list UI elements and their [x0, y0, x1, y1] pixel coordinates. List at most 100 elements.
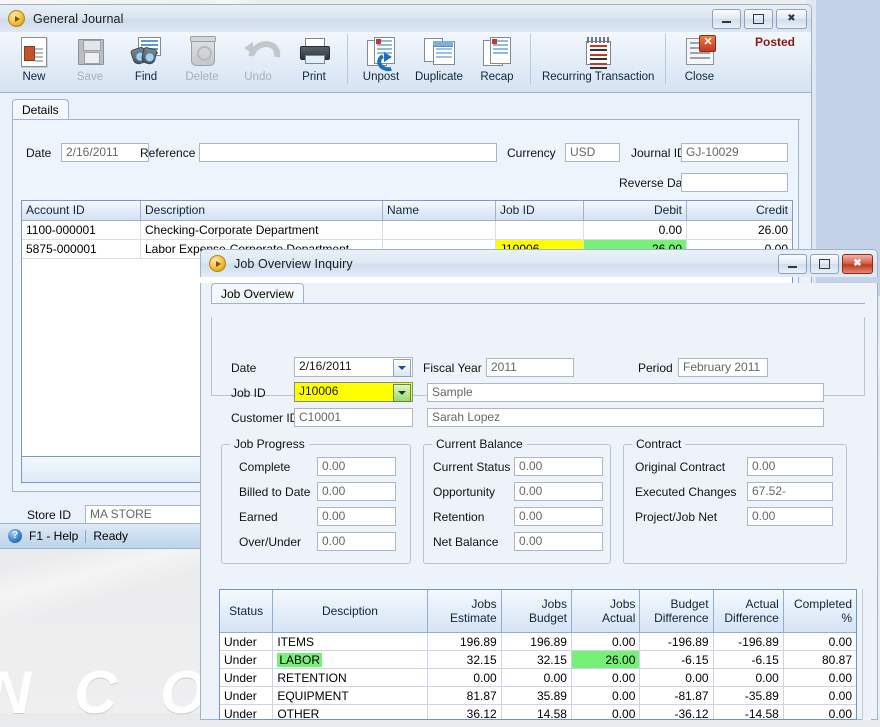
cell-jobs-budget: 196.89: [501, 633, 572, 651]
table-row[interactable]: 1100-000001 Checking-Corporate Departmen…: [22, 221, 792, 240]
joi-job-id-label: Job ID: [231, 386, 266, 400]
joi-job-name-field[interactable]: Sample: [427, 383, 824, 402]
current-status-field[interactable]: 0.00: [514, 457, 603, 476]
toolbar-delete-button[interactable]: Delete: [174, 32, 230, 92]
toolbar-print-button[interactable]: Print: [286, 32, 342, 92]
table-row[interactable]: Under ITEMS 196.89 196.89 0.00 -196.89 -…: [220, 633, 856, 651]
project-job-net-label: Project/Job Net: [635, 510, 718, 524]
retention-field[interactable]: 0.00: [514, 507, 603, 526]
cell-jobs-budget: 35.89: [501, 687, 572, 705]
reverse-date-field[interactable]: [681, 173, 788, 192]
col-actual-difference[interactable]: Actual Difference: [714, 590, 784, 632]
tab-job-overview[interactable]: Job Overview: [211, 283, 304, 303]
cell-description-highlight: LABOR: [277, 653, 323, 667]
table-row[interactable]: Under LABOR 32.15 32.15 26.00 -6.15 -6.1…: [220, 651, 856, 669]
col-account-id[interactable]: Account ID: [22, 201, 141, 220]
joi-period-field[interactable]: February 2011: [678, 358, 768, 377]
col-desciption[interactable]: Desciption: [273, 590, 428, 632]
reference-field[interactable]: [199, 143, 497, 162]
table-row[interactable]: Under RETENTION 0.00 0.00 0.00 0.00 0.00…: [220, 669, 856, 687]
joi-customer-id-field[interactable]: C10001: [294, 408, 413, 427]
billed-to-date-label: Billed to Date: [239, 485, 311, 499]
opportunity-field[interactable]: 0.00: [514, 482, 603, 501]
job-overview-window-controls: ✖: [778, 253, 873, 274]
toolbar-duplicate-button[interactable]: Duplicate: [409, 32, 469, 92]
job-overview-titlebar[interactable]: Job Overview Inquiry ✖: [200, 249, 878, 277]
original-contract-field[interactable]: 0.00: [747, 457, 833, 476]
cell-budget-difference: -81.87: [640, 687, 714, 705]
date-field[interactable]: 2/16/2011: [61, 143, 149, 162]
close-window-icon: ✕: [683, 35, 717, 68]
toolbar-recurring-transaction-button[interactable]: Recurring Transaction: [536, 32, 661, 92]
over-under-field[interactable]: 0.00: [317, 532, 396, 551]
chevron-down-icon[interactable]: [393, 359, 411, 377]
journal-grid-header: Account ID Description Name Job ID Debit…: [22, 201, 792, 221]
col-job-id[interactable]: Job ID: [496, 201, 584, 220]
col-debit[interactable]: Debit: [584, 201, 687, 220]
toolbar-close-button[interactable]: ✕ Close: [671, 32, 727, 92]
help-label[interactable]: F1 - Help: [29, 529, 78, 543]
net-balance-field[interactable]: 0.00: [514, 532, 603, 551]
toolbar-unpost-label: Unpost: [362, 71, 400, 83]
new-document-icon: [18, 36, 50, 68]
project-job-net-field[interactable]: 0.00: [747, 507, 833, 526]
col-status[interactable]: Status: [220, 590, 274, 632]
toolbar-print-label: Print: [302, 71, 326, 83]
toolbar-unpost-button[interactable]: Unpost: [353, 32, 409, 92]
col-jobs-estimate[interactable]: Jobs Estimate: [428, 590, 502, 632]
cell-completed-pct: 0.00: [783, 687, 856, 705]
col-name[interactable]: Name: [383, 201, 496, 220]
executed-changes-field[interactable]: 67.52-: [747, 482, 833, 501]
maximize-button[interactable]: [744, 8, 773, 29]
col-budget-difference[interactable]: Budget Difference: [640, 590, 714, 632]
joi-fiscal-year-field[interactable]: 2011: [486, 358, 574, 377]
billed-to-date-field[interactable]: 0.00: [317, 482, 396, 501]
current-status-label: Current Status: [433, 460, 511, 474]
general-journal-titlebar[interactable]: General Journal ✖: [0, 4, 812, 32]
cell-description: EQUIPMENT: [273, 687, 428, 705]
cell-jobs-estimate: 0.00: [427, 669, 502, 687]
toolbar-find-button[interactable]: Find: [118, 32, 174, 92]
cell-name: [383, 221, 496, 240]
toolbar-undo-button[interactable]: Undo: [230, 32, 287, 92]
col-jobs-actual[interactable]: Jobs Actual: [572, 590, 641, 632]
job-overview-grid-scrollbar[interactable]: [862, 589, 871, 720]
col-description[interactable]: Description: [141, 201, 383, 220]
toolbar-undo-label: Undo: [244, 71, 272, 83]
toolbar-new-button[interactable]: New: [6, 32, 62, 92]
toolbar-recap-button[interactable]: Recap: [469, 32, 525, 92]
close-button[interactable]: ✖: [842, 253, 873, 274]
reference-label: Reference: [140, 146, 196, 160]
currency-field[interactable]: USD: [565, 143, 620, 162]
chevron-down-icon[interactable]: [393, 384, 411, 402]
job-overview-grid[interactable]: Status Desciption Jobs Estimate Jobs Bud…: [219, 589, 857, 720]
close-button[interactable]: ✖: [776, 8, 807, 29]
maximize-button[interactable]: [810, 253, 839, 274]
duplicate-icon: [423, 36, 455, 68]
joi-job-id-combo[interactable]: J10006: [294, 382, 413, 402]
cell-jobs-budget: 0.00: [501, 669, 572, 687]
col-jobs-budget[interactable]: Jobs Budget: [502, 590, 572, 632]
app-logo-icon: [209, 255, 226, 272]
current-balance-group: Current Balance Current Status 0.00 Oppo…: [423, 437, 611, 564]
minimize-button[interactable]: [712, 8, 741, 29]
cell-status: Under: [220, 633, 274, 651]
original-contract-label: Original Contract: [635, 460, 726, 474]
contract-group: Contract Original Contract 0.00 Executed…: [623, 437, 847, 564]
table-row[interactable]: Under EQUIPMENT 81.87 35.89 0.00 -81.87 …: [220, 687, 856, 705]
col-credit[interactable]: Credit: [687, 201, 792, 220]
printer-icon: [298, 36, 330, 68]
help-icon[interactable]: ?: [8, 529, 22, 543]
toolbar-save-button[interactable]: Save: [62, 32, 118, 92]
cell-description: LABOR: [273, 651, 428, 669]
journal-id-field[interactable]: GJ-10029: [681, 143, 788, 162]
joi-date-combo[interactable]: 2/16/2011: [294, 357, 413, 377]
complete-field[interactable]: 0.00: [317, 457, 396, 476]
earned-field[interactable]: 0.00: [317, 507, 396, 526]
undo-arrow-icon: [241, 34, 287, 79]
joi-customer-name-field[interactable]: Sarah Lopez: [427, 408, 824, 427]
minimize-button[interactable]: [778, 253, 807, 274]
joi-fiscal-year-label: Fiscal Year: [423, 361, 482, 375]
tab-details[interactable]: Details: [12, 99, 69, 119]
col-completed-pct[interactable]: Completed %: [784, 590, 856, 632]
